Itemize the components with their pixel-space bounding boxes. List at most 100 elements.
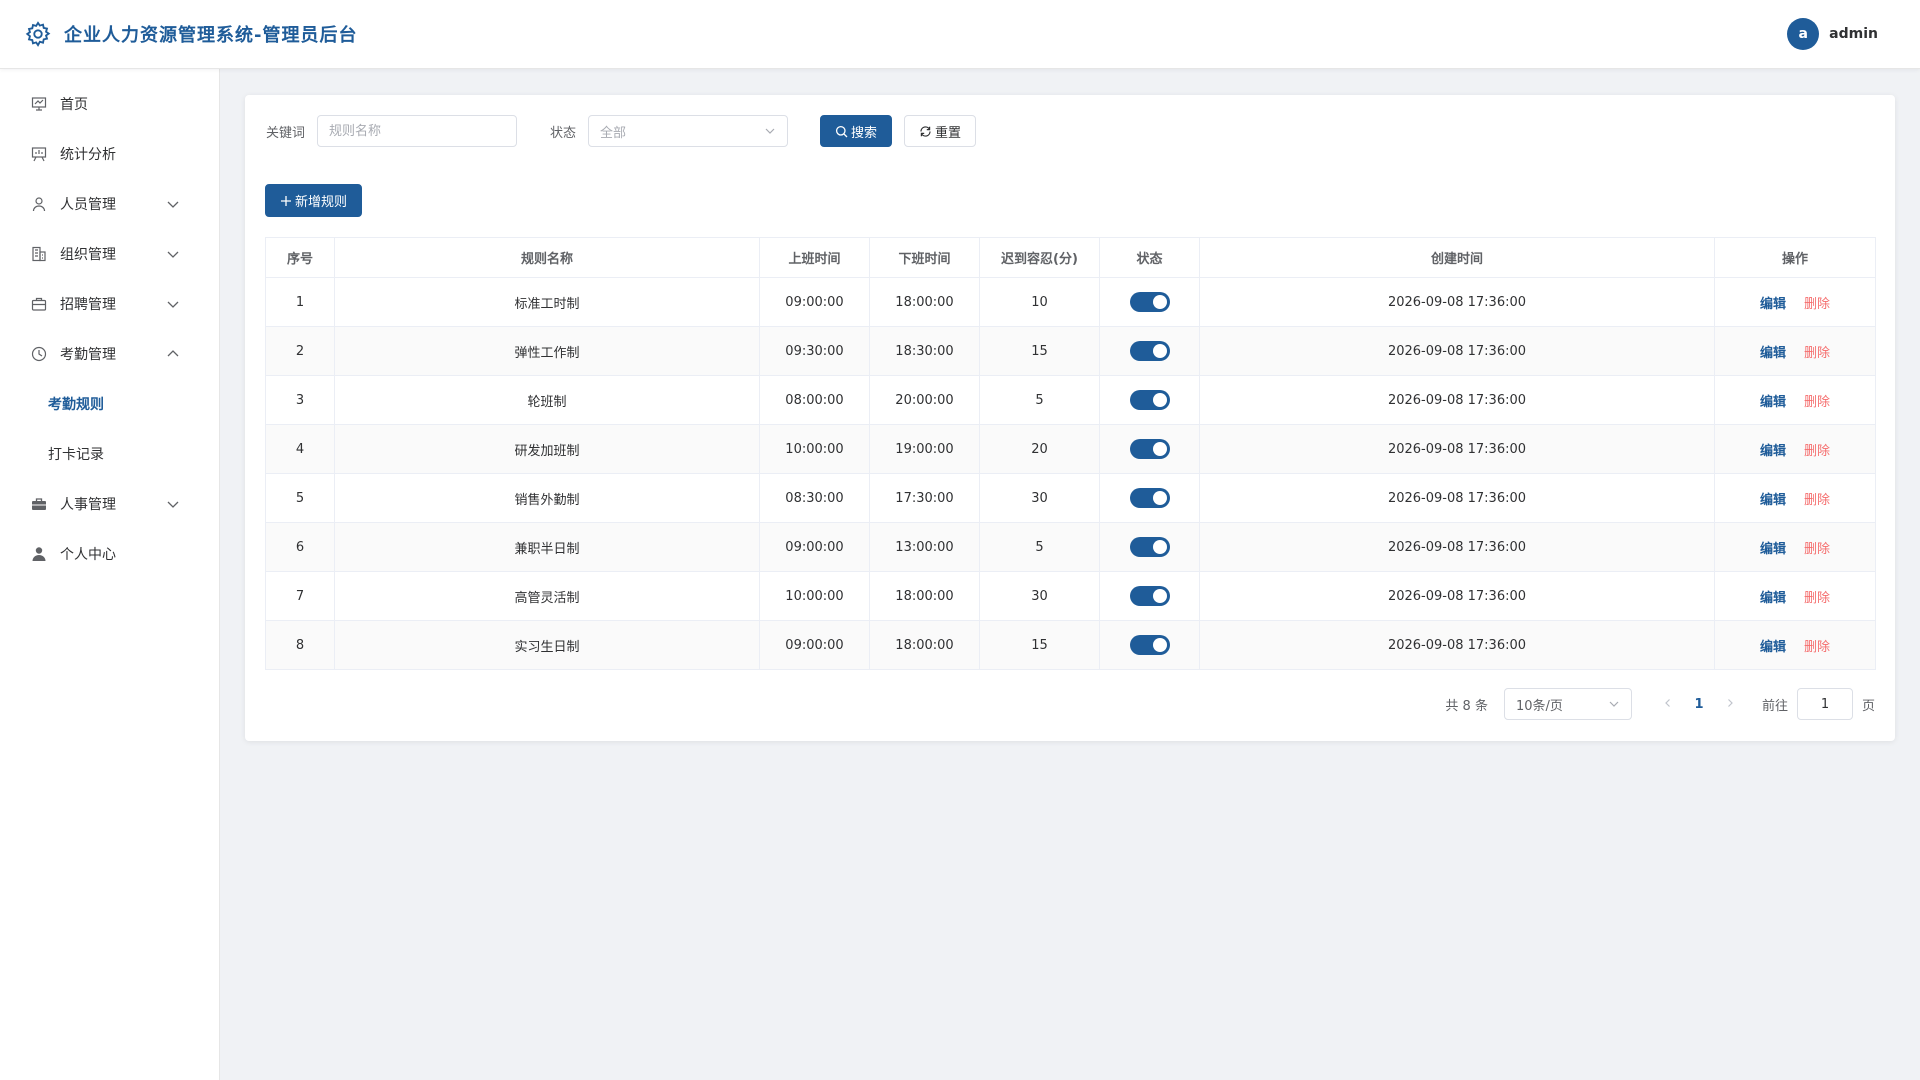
cell-created-time: 2026-09-08 17:36:00 xyxy=(1199,473,1715,523)
status-toggle[interactable] xyxy=(1129,537,1170,557)
filter-bar: 关键词 状态 全部 搜索 重置 xyxy=(266,115,977,147)
sidebar-subitem-attendance-rules[interactable]: 考勤规则 xyxy=(0,379,219,429)
sidebar-subitem-clock-records[interactable]: 打卡记录 xyxy=(0,429,219,479)
sidebar-item-hr-affairs[interactable]: 人事管理 xyxy=(0,479,219,529)
add-rule-button[interactable]: 新增规则 xyxy=(265,184,363,217)
cell-late-tolerance: 15 xyxy=(979,620,1100,670)
delete-link[interactable]: 删除 xyxy=(1804,591,1830,606)
edit-link[interactable]: 编辑 xyxy=(1760,542,1786,557)
cell-index: 1 xyxy=(265,277,335,327)
page-size-value: 10条/页 xyxy=(1515,698,1563,714)
cell-late-tolerance: 30 xyxy=(979,473,1100,523)
page-number[interactable]: 1 xyxy=(1682,697,1716,712)
prev-page-button[interactable] xyxy=(1654,697,1682,712)
status-toggle[interactable] xyxy=(1129,341,1170,361)
search-button[interactable]: 搜索 xyxy=(820,115,893,147)
cell-status xyxy=(1099,473,1200,523)
chevron-down-icon xyxy=(167,501,179,508)
user-menu[interactable]: a admin xyxy=(1787,18,1878,50)
cell-end-time: 19:00:00 xyxy=(869,424,980,474)
sidebar-item-home[interactable]: 首页 xyxy=(0,79,219,129)
keyword-label: 关键词 xyxy=(266,125,306,141)
edit-link[interactable]: 编辑 xyxy=(1760,591,1786,606)
cell-rule-name: 高管灵活制 xyxy=(334,571,760,621)
top-header: 企业人力资源管理系统-管理员后台 a admin xyxy=(0,0,1920,69)
sidebar-item-label: 首页 xyxy=(60,97,88,113)
edit-link[interactable]: 编辑 xyxy=(1760,297,1786,312)
search-icon xyxy=(835,125,848,137)
page-size-select[interactable]: 10条/页 xyxy=(1503,688,1632,720)
table-row: 4 研发加班制 10:00:00 19:00:00 20 2026-09-08 17:36… xyxy=(265,424,1876,474)
sidebar-item-recruitment[interactable]: 招聘管理 xyxy=(0,279,219,329)
edit-link[interactable]: 编辑 xyxy=(1760,346,1786,361)
status-toggle[interactable] xyxy=(1129,292,1170,312)
table-row: 5 销售外勤制 08:30:00 17:30:00 30 2026-09-08 17:36… xyxy=(265,473,1876,523)
status-toggle[interactable] xyxy=(1129,439,1170,459)
user-icon xyxy=(30,195,48,213)
sidebar-item-profile[interactable]: 个人中心 xyxy=(0,529,219,579)
status-toggle[interactable] xyxy=(1129,586,1170,606)
clock-icon xyxy=(30,345,48,363)
avatar[interactable]: a xyxy=(1787,18,1820,50)
cell-status xyxy=(1099,571,1200,621)
reset-button-label: 重置 xyxy=(935,125,962,141)
status-select-value: 全部 xyxy=(600,125,627,141)
cell-index: 2 xyxy=(265,326,335,376)
chevron-down-icon xyxy=(167,301,179,308)
delete-link[interactable]: 删除 xyxy=(1804,542,1830,557)
cell-status xyxy=(1099,375,1200,425)
goto-page-input[interactable] xyxy=(1796,688,1853,720)
sidebar-item-attendance[interactable]: 考勤管理 xyxy=(0,329,219,379)
reset-button[interactable]: 重置 xyxy=(904,115,977,147)
status-toggle[interactable] xyxy=(1129,390,1170,410)
delete-link[interactable]: 删除 xyxy=(1804,640,1830,655)
column-header: 迟到容忍(分) xyxy=(979,237,1100,278)
next-page-button[interactable] xyxy=(1716,697,1744,712)
sidebar-item-label: 人员管理 xyxy=(60,197,116,213)
sidebar-item-statistics[interactable]: 统计分析 xyxy=(0,129,219,179)
table-row: 7 高管灵活制 10:00:00 18:00:00 30 2026-09-08 17:36… xyxy=(265,571,1876,621)
sidebar-item-personnel[interactable]: 人员管理 xyxy=(0,179,219,229)
cell-status xyxy=(1099,277,1200,327)
chevron-up-icon xyxy=(167,350,179,357)
column-header: 创建时间 xyxy=(1199,237,1715,278)
column-header: 规则名称 xyxy=(334,237,760,278)
delete-link[interactable]: 删除 xyxy=(1804,444,1830,459)
cell-end-time: 18:00:00 xyxy=(869,277,980,327)
goto-label: 前往 xyxy=(1761,698,1788,714)
delete-link[interactable]: 删除 xyxy=(1804,346,1830,361)
delete-link[interactable]: 删除 xyxy=(1804,395,1830,410)
cell-rule-name: 销售外勤制 xyxy=(334,473,760,523)
sidebar-item-label: 招聘管理 xyxy=(60,297,116,313)
cell-end-time: 13:00:00 xyxy=(869,522,980,572)
presentation-icon xyxy=(30,95,48,113)
sidebar-item-organization[interactable]: 组织管理 xyxy=(0,229,219,279)
search-button-label: 搜索 xyxy=(851,125,878,141)
cell-index: 3 xyxy=(265,375,335,425)
keyword-input[interactable] xyxy=(317,115,518,147)
cell-late-tolerance: 10 xyxy=(979,277,1100,327)
status-toggle[interactable] xyxy=(1129,488,1170,508)
status-label: 状态 xyxy=(550,125,577,141)
cell-index: 5 xyxy=(265,473,335,523)
edit-link[interactable]: 编辑 xyxy=(1760,444,1786,459)
cell-actions: 编辑 删除 xyxy=(1714,326,1876,376)
status-select[interactable]: 全部 xyxy=(588,115,789,147)
brand: 企业人力资源管理系统-管理员后台 xyxy=(24,20,357,48)
rules-table: 序号 规则名称 上班时间 下班时间 迟到容忍(分) 状态 创建时间 操作 1 标准… xyxy=(265,237,1876,670)
content-card: 关键词 状态 全部 搜索 重置 新增规则 序号 规则名称 上班时间 xyxy=(245,95,1895,741)
sidebar-item-label: 考勤管理 xyxy=(60,347,116,363)
username[interactable]: admin xyxy=(1829,26,1878,42)
edit-link[interactable]: 编辑 xyxy=(1760,640,1786,655)
delete-link[interactable]: 删除 xyxy=(1804,297,1830,312)
edit-link[interactable]: 编辑 xyxy=(1760,395,1786,410)
status-toggle[interactable] xyxy=(1129,635,1170,655)
edit-link[interactable]: 编辑 xyxy=(1760,493,1786,508)
table-row: 2 弹性工作制 09:30:00 18:30:00 15 2026-09-08 17:36… xyxy=(265,326,1876,376)
delete-link[interactable]: 删除 xyxy=(1804,493,1830,508)
cell-late-tolerance: 5 xyxy=(979,522,1100,572)
cell-start-time: 10:00:00 xyxy=(759,424,870,474)
cell-actions: 编辑 删除 xyxy=(1714,571,1876,621)
suitcase-icon xyxy=(30,495,48,513)
cell-status xyxy=(1099,424,1200,474)
